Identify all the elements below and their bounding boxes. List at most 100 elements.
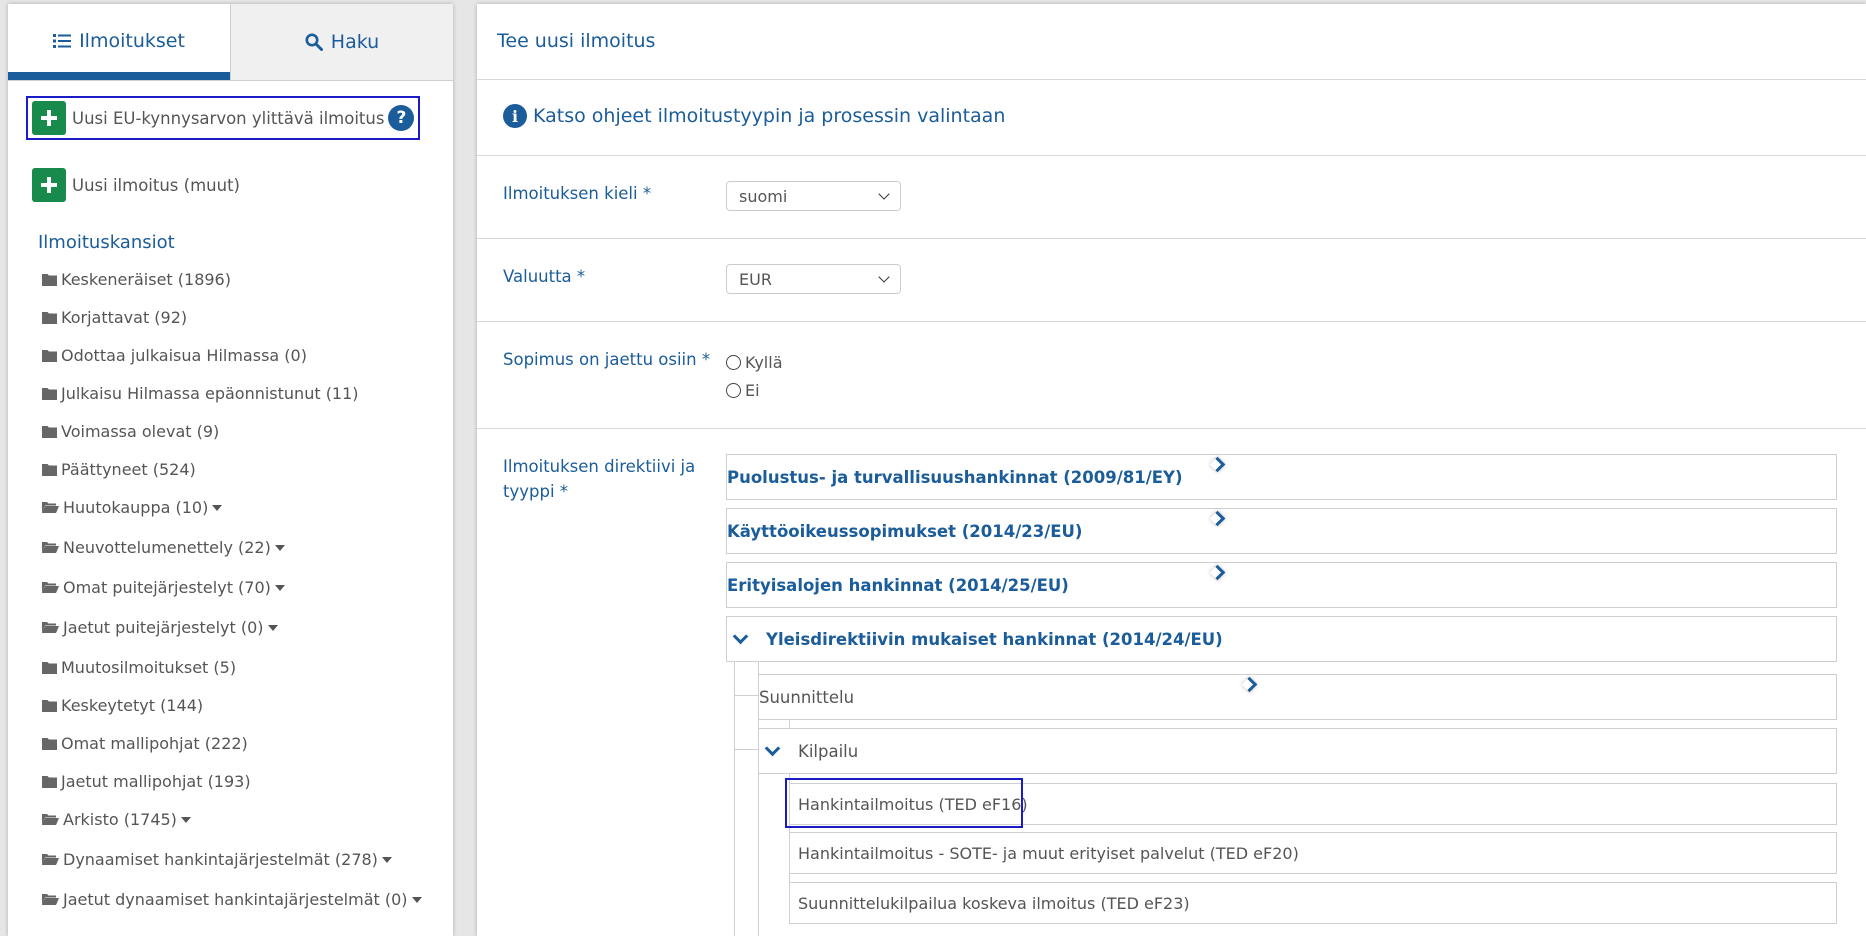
folder-icon [42, 425, 61, 438]
chevron-right-icon [1209, 456, 1226, 473]
folder-item[interactable]: Odottaa julkaisua Hilmassa (0) [42, 346, 307, 365]
phase-suunnittelu[interactable]: Suunnittelu [758, 674, 1837, 720]
split-no-radio[interactable]: Ei [726, 381, 760, 400]
folder-label: Arkisto (1745) [63, 810, 177, 829]
caret-down-icon[interactable] [180, 816, 191, 823]
divider [477, 321, 1866, 322]
tree-line [734, 662, 735, 936]
folder-label: Korjattavat (92) [61, 308, 188, 327]
chevron-down-icon [732, 628, 749, 644]
folder-icon [42, 273, 61, 286]
folder-open-icon [42, 893, 63, 906]
folder-item[interactable]: Jaetut puitejärjestelyt (0) [42, 618, 278, 637]
help-icon[interactable]: ? [388, 105, 415, 131]
caret-down-icon[interactable] [267, 624, 278, 631]
directive-utilities[interactable]: Erityisalojen hankinnat (2014/25/EU) [726, 562, 1837, 608]
folder-open-icon [42, 581, 63, 594]
notice-row-ef20[interactable]: Hankintailmoitus - SOTE- ja muut erityis… [789, 832, 1837, 874]
chevron-down-icon [764, 740, 781, 756]
chevron-right-icon [1241, 676, 1258, 693]
new-other-notice-button[interactable]: Uusi ilmoitus (muut) [32, 168, 240, 202]
currency-select[interactable]: EUR [726, 264, 901, 294]
chevron-right-icon [1209, 510, 1226, 527]
folder-icon [42, 737, 61, 750]
phase-kilpailu[interactable]: Kilpailu [758, 728, 1837, 774]
folder-item[interactable]: Korjattavat (92) [42, 308, 187, 327]
caret-down-icon[interactable] [274, 544, 285, 551]
notice-row-ef23[interactable]: Suunnittelukilpailua koskeva ilmoitus (T… [789, 882, 1837, 924]
caret-down-icon[interactable] [411, 896, 422, 903]
folder-icon [42, 349, 61, 362]
directive-label-line1: Ilmoituksen direktiivi ja [503, 457, 696, 476]
page-title: Tee uusi ilmoitus [497, 30, 656, 52]
currency-select-value: EUR [739, 269, 772, 289]
new-other-notice-label: Uusi ilmoitus (muut) [72, 175, 240, 195]
divider [477, 155, 1866, 156]
directive-concessions[interactable]: Käyttöoikeussopimukset (2014/23/EU) [726, 508, 1837, 554]
notice-row-ef16[interactable]: Hankintailmoitus (TED eF16) [785, 778, 1837, 828]
folder-item[interactable]: Neuvottelumenettely (22) [42, 538, 285, 557]
phase-label: Suunnittelu [759, 687, 855, 707]
folder-label: Huutokauppa (10) [63, 498, 209, 517]
search-icon [305, 33, 323, 51]
folder-open-icon [42, 853, 63, 866]
directive-label: Puolustus- ja turvallisuushankinnat (200… [727, 467, 1183, 487]
chevron-right-icon [1209, 564, 1226, 581]
folder-icon [42, 387, 61, 400]
folder-item[interactable]: Jaetut mallipohjat (193) [42, 772, 251, 791]
chevron-down-icon [878, 188, 890, 200]
directive-defence[interactable]: Puolustus- ja turvallisuushankinnat (200… [726, 454, 1837, 500]
folder-item[interactable]: Jaetut dynaamiset hankintajärjestelmät (… [42, 890, 422, 909]
folder-label: Keskeytetyt (144) [61, 696, 204, 715]
divider [477, 79, 1866, 80]
folder-open-icon [42, 501, 63, 514]
folder-label: Odottaa julkaisua Hilmassa (0) [61, 346, 307, 365]
radio-circle [726, 355, 741, 370]
folder-item[interactable]: Päättyneet (524) [42, 460, 196, 479]
caret-down-icon[interactable] [274, 584, 285, 591]
folder-label: Julkaisu Hilmassa epäonnistunut (11) [61, 384, 359, 403]
folder-label: Jaetut puitejärjestelyt (0) [63, 618, 264, 637]
folder-item[interactable]: Omat mallipohjat (222) [42, 734, 248, 753]
tab-ilmoitukset[interactable]: Ilmoitukset [8, 4, 230, 80]
folder-item[interactable]: Muutosilmoitukset (5) [42, 658, 236, 677]
directive-general[interactable]: Yleisdirektiivin mukaiset hankinnat (201… [726, 616, 1837, 662]
folder-item[interactable]: Keskeytetyt (144) [42, 696, 203, 715]
tree-line [734, 749, 758, 750]
folder-item[interactable]: Omat puitejärjestelyt (70) [42, 578, 285, 597]
split-no-label: Ei [745, 381, 760, 400]
directive-label: Erityisalojen hankinnat (2014/25/EU) [727, 575, 1069, 595]
folder-label: Omat mallipohjat (222) [61, 734, 248, 753]
folder-label: Jaetut mallipohjat (193) [61, 772, 251, 791]
folder-label: Neuvottelumenettely (22) [63, 538, 271, 557]
tab-haku[interactable]: Haku [230, 4, 453, 80]
notice-label: Hankintailmoitus - SOTE- ja muut erityis… [798, 843, 1299, 863]
caret-down-icon[interactable] [381, 856, 392, 863]
main-panel: Tee uusi ilmoitus i Katso ohjeet ilmoitu… [477, 4, 1866, 936]
folder-item[interactable]: Huutokauppa (10) [42, 498, 223, 517]
folder-item[interactable]: Arkisto (1745) [42, 810, 191, 829]
split-yes-label: Kyllä [745, 353, 783, 372]
folder-label: Dynaamiset hankintajärjestelmät (278) [63, 850, 378, 869]
split-yes-radio[interactable]: Kyllä [726, 353, 783, 372]
left-tabs: Ilmoitukset Haku [8, 4, 453, 81]
directive-label-line2: tyyppi * [503, 482, 569, 501]
currency-label: Valuutta * [503, 267, 586, 286]
info-link[interactable]: i Katso ohjeet ilmoitustyypin ja prosess… [503, 104, 1005, 128]
split-label: Sopimus on jaettu osiin * [503, 350, 711, 369]
info-icon: i [503, 104, 527, 128]
tree-line [734, 695, 758, 696]
info-link-label: Katso ohjeet ilmoitustyypin ja prosessin… [533, 105, 1006, 127]
notice-label: Suunnittelukilpailua koskeva ilmoitus (T… [798, 893, 1190, 913]
new-eu-notice-button[interactable]: Uusi EU-kynnysarvon ylittävä ilmoitus ? [26, 96, 421, 140]
folder-item[interactable]: Voimassa olevat (9) [42, 422, 219, 441]
folder-icon [42, 699, 61, 712]
language-label: Ilmoituksen kieli * [503, 184, 652, 203]
folder-item[interactable]: Julkaisu Hilmassa epäonnistunut (11) [42, 384, 359, 403]
language-select[interactable]: suomi [726, 181, 901, 211]
folder-item[interactable]: Keskeneräiset (1896) [42, 270, 231, 289]
folder-item[interactable]: Dynaamiset hankintajärjestelmät (278) [42, 850, 392, 869]
folder-icon [42, 661, 61, 674]
phase-label: Kilpailu [798, 741, 859, 761]
caret-down-icon[interactable] [212, 504, 223, 511]
